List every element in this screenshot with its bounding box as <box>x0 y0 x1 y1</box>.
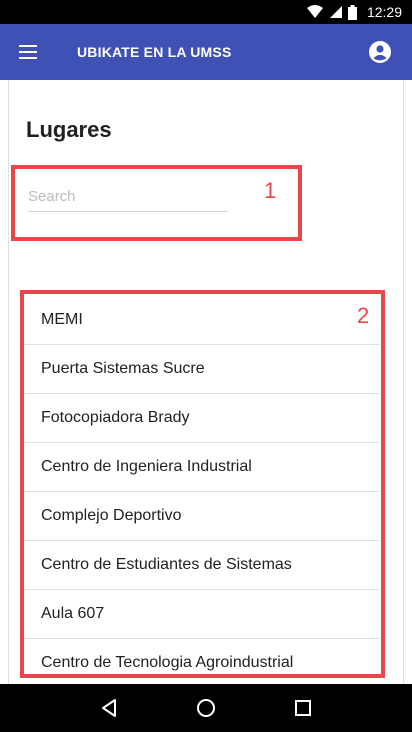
list-item[interactable]: Centro de Tecnologia Agroindustrial <box>24 639 380 674</box>
wifi-icon <box>306 5 323 19</box>
app-bar: UBIKATE EN LA UMSS <box>0 24 412 80</box>
list-item[interactable]: Centro de Estudiantes de Sistemas <box>24 541 380 590</box>
home-icon[interactable] <box>186 688 226 728</box>
navigation-bar <box>0 684 412 732</box>
app-title: UBIKATE EN LA UMSS <box>77 44 232 60</box>
recents-icon[interactable] <box>283 688 323 728</box>
list-item-label: Aula 607 <box>41 605 105 622</box>
list-item-label: Centro de Tecnologia Agroindustrial <box>41 654 294 671</box>
list-item-label: Centro de Ingeniera Industrial <box>41 458 252 475</box>
list-item[interactable]: Aula 607 <box>24 590 380 639</box>
list-item[interactable]: MEMI <box>24 296 380 345</box>
account-circle-icon[interactable] <box>368 40 392 64</box>
list-item-label: Puerta Sistemas Sucre <box>41 360 205 377</box>
status-time: 12:29 <box>366 4 402 20</box>
signal-icon <box>329 5 342 19</box>
hamburger-menu-icon[interactable] <box>0 24 56 80</box>
list-item-label: Fotocopiadora Brady <box>41 409 190 426</box>
back-icon[interactable] <box>89 688 129 728</box>
status-bar: 12:29 <box>0 0 412 24</box>
annotation-label-1: 1 <box>264 178 277 203</box>
list-item[interactable]: Centro de Ingeniera Industrial <box>24 443 380 492</box>
places-list: MEMI Puerta Sistemas Sucre Fotocopiadora… <box>24 296 380 674</box>
list-item-label: Complejo Deportivo <box>41 507 182 524</box>
list-item-label: MEMI <box>41 311 83 328</box>
list-item[interactable]: Fotocopiadora Brady <box>24 394 380 443</box>
list-item-label: Centro de Estudiantes de Sistemas <box>41 556 292 573</box>
list-item[interactable]: Complejo Deportivo <box>24 492 380 541</box>
search-input[interactable] <box>28 186 228 212</box>
list-item[interactable]: Puerta Sistemas Sucre <box>24 345 380 394</box>
page-title: Lugares <box>26 117 112 142</box>
battery-icon <box>347 4 357 20</box>
